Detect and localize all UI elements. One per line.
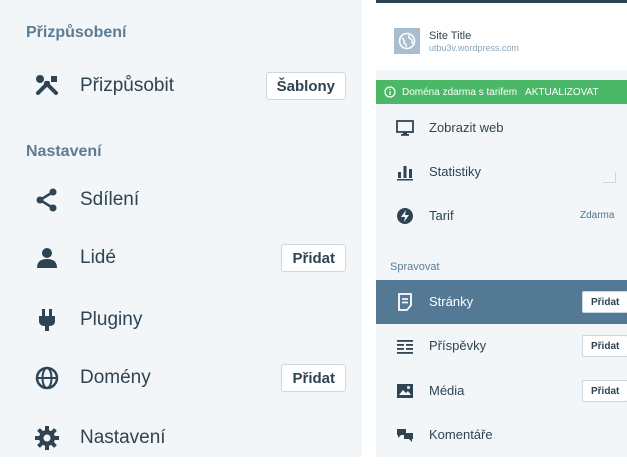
panel-divider [362, 0, 376, 457]
section-heading-customize: Přizpůsobení [26, 24, 127, 41]
add-domain-button[interactable]: Přidat [281, 364, 346, 392]
sidebar-item-posts[interactable]: Příspěvky Přidat [376, 324, 627, 368]
page-icon [396, 293, 414, 311]
sidebar-item-view-site[interactable]: Zobrazit web [376, 106, 627, 150]
plug-icon [34, 307, 60, 333]
add-page-button[interactable]: Přidat [582, 291, 627, 313]
sidebar-item-sharing[interactable]: Sdílení [0, 172, 362, 228]
person-icon [34, 245, 60, 271]
plan-icon [396, 207, 414, 225]
share-icon [34, 187, 60, 213]
sidebar-item-label: Média [429, 383, 465, 398]
posts-icon [396, 337, 414, 355]
sidebar-item-people[interactable]: Lidé Přidat [0, 230, 362, 286]
sidebar-item-label: Nastavení [80, 427, 166, 448]
tools-icon [34, 73, 60, 99]
sidebar-item-label: Stránky [429, 294, 474, 309]
sidebar-item-settings[interactable]: Nastavení [0, 410, 362, 466]
gear-icon [34, 425, 60, 451]
add-post-button[interactable]: Přidat [582, 335, 627, 357]
plan-value: Zdarma [580, 210, 615, 221]
sidebar-item-media[interactable]: Média Přidat [376, 369, 627, 413]
notice-text: Doména zdarma s tarifem [402, 86, 518, 98]
sidebar-item-plugins[interactable]: Pluginy [0, 292, 362, 348]
site-url: utbu3v.wordpress.com [429, 43, 519, 53]
sidebar-item-label: Zobrazit web [429, 120, 504, 135]
sidebar-item-customize[interactable]: Přizpůsobit Šablony [0, 58, 362, 114]
sidebar-item-label: Statistiky [429, 164, 482, 179]
sidebar-item-label: Lidé [80, 247, 116, 268]
themes-button[interactable]: Šablony [265, 72, 346, 100]
add-people-button[interactable]: Přidat [281, 244, 346, 272]
upgrade-link[interactable]: AKTUALIZOVAT [525, 87, 599, 98]
section-heading-manage: Spravovat [390, 261, 440, 273]
sidebar-item-comments[interactable]: Komentáře [376, 413, 627, 457]
sidebar-item-label: Pluginy [80, 309, 143, 330]
comments-icon [396, 426, 414, 444]
sidebar-item-label: Komentáře [429, 427, 493, 442]
globe-icon [34, 365, 60, 391]
bar-chart-icon [396, 163, 414, 181]
monitor-icon [396, 119, 414, 137]
site-header[interactable]: Site Title utbu3v.wordpress.com [376, 0, 627, 70]
site-icon [394, 28, 420, 54]
section-heading-settings: Nastavení [26, 143, 102, 160]
stats-sparkline [603, 172, 616, 183]
sidebar-item-label: Příspěvky [429, 338, 487, 353]
site-title: Site Title [429, 30, 472, 42]
sidebar-item-label: Sdílení [80, 189, 140, 210]
zoomed-sidebar: Přizpůsobení Přizpůsobit Šablony Nastave… [0, 0, 362, 457]
add-media-button[interactable]: Přidat [582, 380, 627, 402]
sidebar-item-pages[interactable]: Stránky Přidat [376, 280, 627, 324]
sidebar-item-plan[interactable]: Tarif Zdarma [376, 194, 627, 238]
sidebar-item-stats[interactable]: Statistiky [376, 150, 627, 194]
sidebar-item-label: Domény [80, 367, 151, 388]
image-icon [396, 382, 414, 400]
upgrade-notice[interactable]: Doména zdarma s tarifem AKTUALIZOVAT [376, 80, 627, 104]
sidebar: Site Title utbu3v.wordpress.com Doména z… [376, 0, 627, 457]
info-icon [384, 86, 396, 98]
sidebar-item-label: Přizpůsobit [80, 75, 174, 96]
sidebar-item-label: Tarif [429, 208, 454, 223]
sidebar-item-domains[interactable]: Domény Přidat [0, 350, 362, 406]
